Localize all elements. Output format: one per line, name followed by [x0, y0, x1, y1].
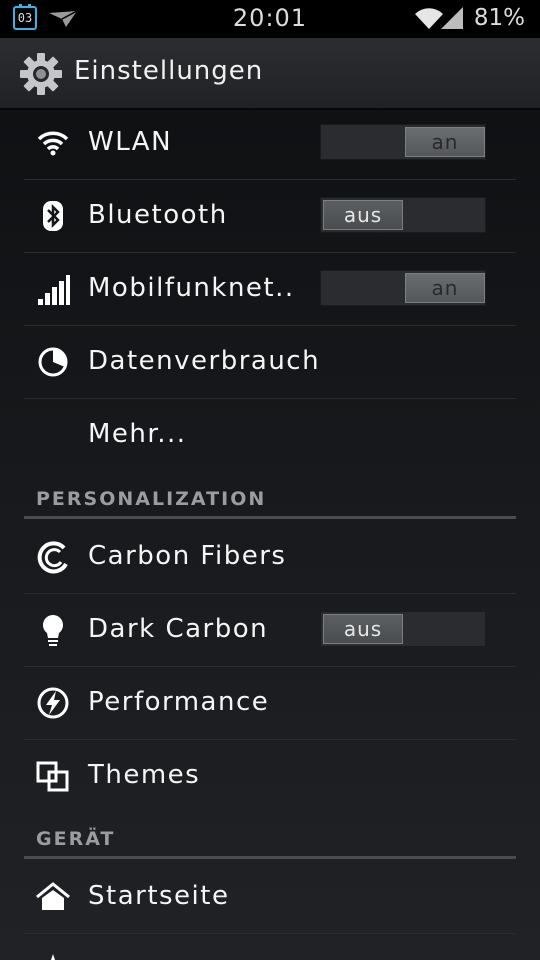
home-icon [36, 882, 70, 910]
dark-carbon-label: Dark Carbon [88, 614, 269, 644]
settings-item-themes[interactable]: Themes [24, 740, 516, 813]
settings-item-carbon-fibers[interactable]: Carbon Fibers [24, 521, 516, 594]
themes-icon [36, 761, 69, 792]
wlan-toggle-state: an [405, 127, 485, 157]
section-title: GERÄT [36, 828, 116, 850]
wlan-toggle[interactable]: an [320, 124, 486, 160]
settings-item-dark-carbon[interactable]: Dark Carbon aus [24, 594, 516, 667]
performance-bolt-icon [37, 687, 69, 719]
lightbulb-icon [43, 615, 63, 646]
section-header-device: GERÄT [24, 818, 516, 859]
signal-icon [38, 275, 70, 305]
page-title: Einstellungen [74, 56, 264, 86]
settings-item-mobile-network[interactable]: Mobilfunknet.. an [24, 253, 516, 326]
wifi-icon [415, 8, 443, 29]
data-usage-icon [38, 347, 68, 377]
more-label: Mehr... [88, 419, 187, 449]
dark-carbon-toggle[interactable]: aus [320, 611, 486, 647]
bluetooth-toggle-state: aus [323, 200, 403, 230]
homescreen-label: Startseite [88, 881, 230, 911]
settings-item-next-partial[interactable] [24, 934, 516, 960]
settings-item-performance[interactable]: Performance [24, 667, 516, 740]
settings-item-more[interactable]: Mehr... [24, 399, 516, 472]
action-bar: Einstellungen [0, 38, 540, 110]
bluetooth-toggle[interactable]: aus [320, 197, 486, 233]
wlan-label: WLAN [88, 127, 173, 157]
signal-icon [441, 7, 463, 29]
settings-item-homescreen[interactable]: Startseite [24, 861, 516, 934]
mobile-network-toggle[interactable]: an [320, 270, 486, 306]
wifi-icon [37, 131, 69, 156]
section-title: PERSONALIZATION [36, 488, 267, 510]
bluetooth-label: Bluetooth [88, 200, 228, 230]
bluetooth-icon [43, 201, 63, 231]
performance-label: Performance [88, 687, 270, 717]
status-bar: 03 20:01 81% [0, 0, 540, 38]
next-item-icon [51, 954, 55, 960]
section-header-personalization: PERSONALIZATION [24, 478, 516, 519]
mobile-network-label: Mobilfunknet.. [88, 273, 295, 303]
gear-icon[interactable] [19, 52, 63, 96]
mobile-network-toggle-state: an [405, 273, 485, 303]
dark-carbon-toggle-state: aus [323, 614, 403, 644]
settings-item-data-usage[interactable]: Datenverbrauch [24, 326, 516, 399]
battery-level: 81% [473, 5, 525, 31]
themes-label: Themes [88, 760, 201, 790]
settings-screen: 03 20:01 81% Einstellungen WLAN an Bluet… [0, 0, 540, 960]
data-usage-label: Datenverbrauch [88, 346, 321, 376]
settings-item-wlan[interactable]: WLAN an [24, 107, 516, 180]
settings-item-bluetooth[interactable]: Bluetooth aus [24, 180, 516, 253]
carbon-fibers-label: Carbon Fibers [88, 541, 287, 571]
carbon-logo-icon [37, 541, 68, 574]
